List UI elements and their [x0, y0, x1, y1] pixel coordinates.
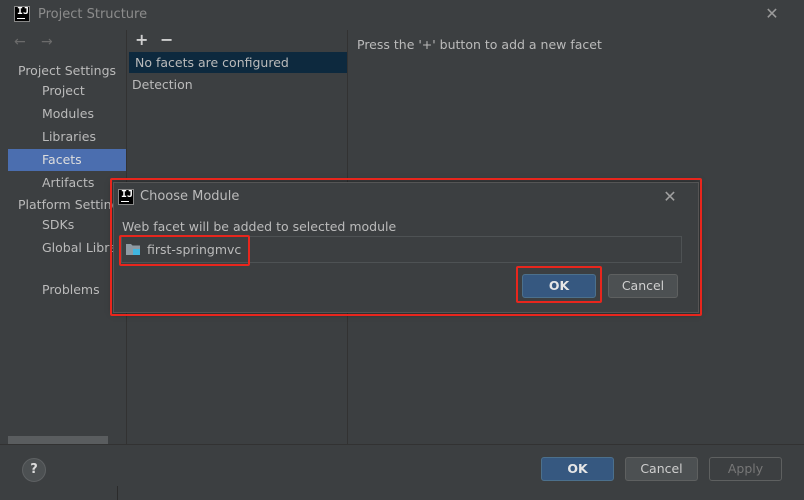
nav-scrollbar[interactable]	[8, 436, 108, 444]
project-settings-header: Project Settings	[18, 63, 117, 78]
nav-item-modules[interactable]: Modules	[8, 103, 126, 125]
nav-item-global-libraries[interactable]: Global Libraries	[8, 237, 126, 259]
window-close-icon[interactable]: ✕	[763, 4, 781, 24]
add-facet-button[interactable]: +	[135, 30, 148, 49]
back-arrow-icon[interactable]: ←	[14, 34, 26, 50]
highlight-ok	[516, 266, 602, 303]
highlight-module	[119, 235, 250, 266]
help-icon[interactable]: ?	[22, 458, 46, 482]
add-facet-hint: Press the '+' button to add a new facet	[357, 37, 602, 52]
nav-item-artifacts[interactable]: Artifacts	[8, 172, 126, 194]
nav-item-sdks[interactable]: SDKs	[8, 214, 126, 236]
nav-item-project[interactable]: Project	[8, 80, 126, 102]
intellij-icon: IJ	[14, 6, 30, 22]
ok-button[interactable]: OK	[541, 457, 614, 481]
remove-facet-button[interactable]: −	[160, 30, 173, 49]
nav-item-problems[interactable]: Problems	[8, 279, 126, 301]
facet-row-empty: No facets are configured	[135, 55, 289, 70]
nav-item-facets[interactable]: Facets	[8, 149, 126, 171]
window-title: Project Structure	[38, 7, 148, 22]
forward-arrow-icon[interactable]: →	[41, 34, 53, 50]
divider	[117, 486, 118, 500]
facet-row-detection[interactable]: Detection	[132, 77, 193, 92]
settings-nav: ← → Project Settings Project Modules Lib…	[8, 30, 126, 444]
cancel-button[interactable]: Cancel	[625, 457, 698, 481]
nav-item-libraries[interactable]: Libraries	[8, 126, 126, 148]
apply-button[interactable]: Apply	[709, 457, 782, 481]
